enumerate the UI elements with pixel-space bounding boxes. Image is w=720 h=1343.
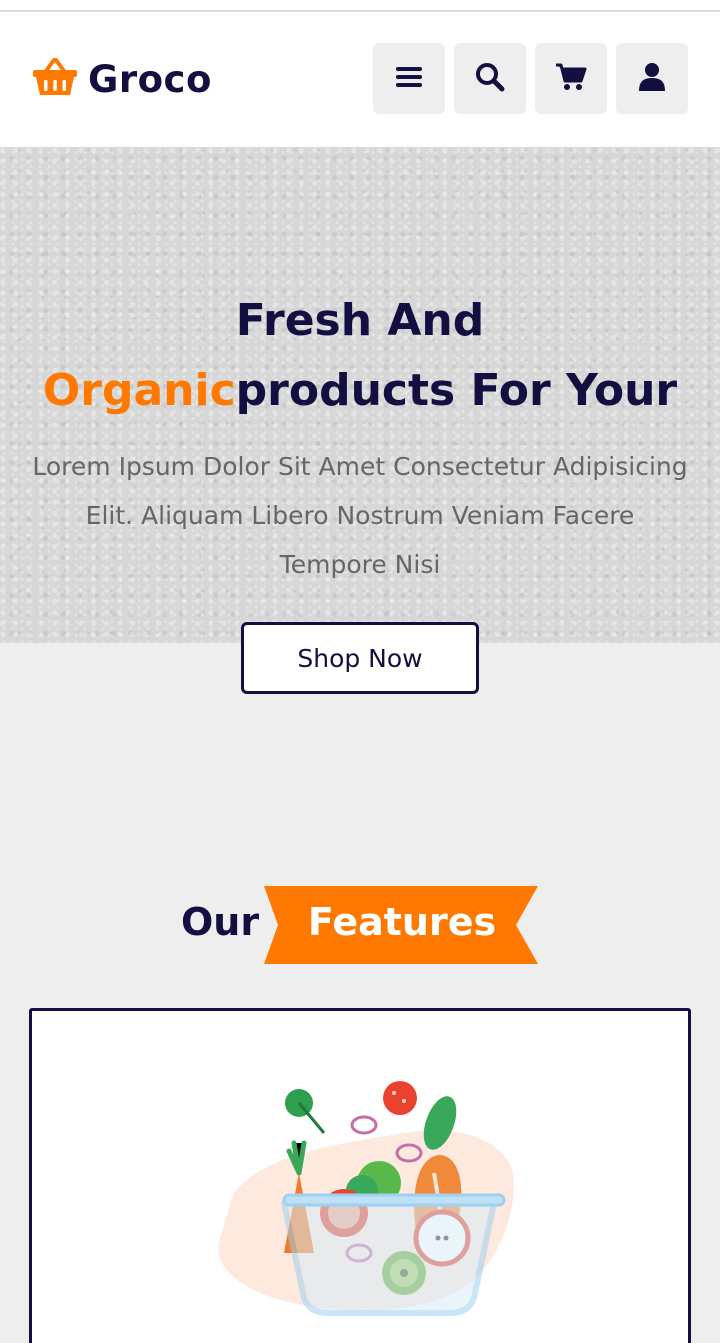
feature-card bbox=[29, 1008, 691, 1343]
features-heading-highlight: Features bbox=[307, 900, 497, 944]
site-header: Groco bbox=[0, 12, 720, 147]
top-border bbox=[0, 0, 720, 12]
search-icon bbox=[474, 61, 506, 97]
features-heading-plain: Our bbox=[181, 900, 260, 944]
search-button[interactable] bbox=[454, 43, 526, 114]
cart-icon bbox=[555, 61, 587, 97]
basket-icon bbox=[32, 57, 78, 101]
features-ribbon: Features bbox=[264, 886, 540, 964]
hero-title-rest: products For Your bbox=[235, 365, 678, 416]
logo[interactable]: Groco bbox=[32, 54, 212, 104]
hero-banner: Fresh And Organicproducts For Your Lorem… bbox=[0, 147, 720, 643]
account-button[interactable] bbox=[616, 43, 688, 114]
hero-title-line2: Organicproducts For Your bbox=[0, 365, 720, 416]
user-icon bbox=[636, 61, 668, 97]
shop-now-button[interactable]: Shop Now bbox=[241, 622, 479, 694]
menu-icon bbox=[393, 61, 425, 97]
hero-description: Lorem Ipsum Dolor Sit Amet Consectetur A… bbox=[32, 452, 688, 579]
menu-button[interactable] bbox=[373, 43, 445, 114]
hero-title-line1: Fresh And bbox=[235, 295, 485, 346]
cart-button[interactable] bbox=[535, 43, 607, 114]
features-heading: Our Features bbox=[0, 886, 720, 964]
logo-text: Groco bbox=[88, 57, 212, 101]
hero-title-highlight: Organic bbox=[42, 365, 236, 416]
